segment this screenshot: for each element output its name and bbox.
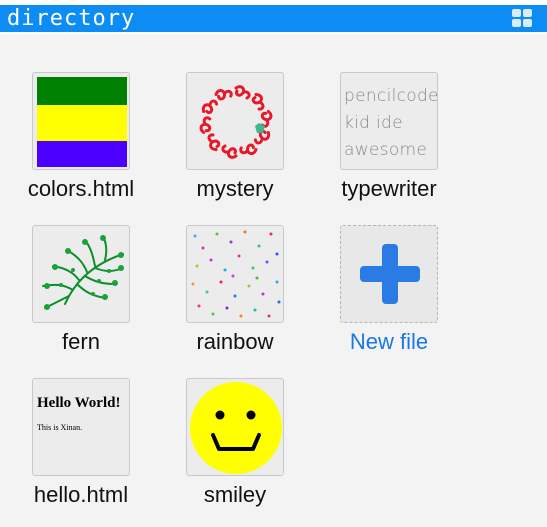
file-grid: colors.html mystery pencilcode kid ide a… — [0, 34, 547, 527]
typewriter-text-thumbnail: pencilcode kid ide awesome — [340, 72, 438, 170]
file-label: colors.html — [27, 176, 135, 201]
file-label: mystery — [196, 176, 274, 201]
file-item-smiley[interactable]: smiley — [154, 378, 304, 526]
titlebar: directory — [0, 0, 547, 34]
new-file-tile — [340, 225, 438, 323]
preview-body: This is Xinan. — [37, 423, 83, 432]
html-page-thumbnail: Hello World! This is Xinan. — [32, 378, 130, 476]
typewriter-line: awesome — [344, 140, 428, 160]
file-label: rainbow — [196, 329, 274, 354]
file-item-typewriter[interactable]: pencilcode kid ide awesome typewriter — [308, 72, 458, 220]
new-file-button[interactable]: New file — [308, 225, 458, 373]
rainbow-dots-drawing — [191, 230, 281, 318]
file-item-mystery[interactable]: mystery — [154, 72, 304, 220]
rainbow-dots-thumbnail — [186, 225, 284, 323]
titlebar-bar: directory — [0, 5, 547, 32]
fern-drawing — [42, 235, 124, 310]
file-item-hello[interactable]: Hello World! This is Xinan. hello.html — [0, 378, 150, 526]
swirl-pattern-drawing — [196, 84, 276, 160]
smiley-face-thumbnail — [186, 378, 284, 476]
file-label: hello.html — [33, 482, 129, 507]
file-item-colors[interactable]: colors.html — [0, 72, 150, 220]
grid-view-icon[interactable] — [512, 9, 534, 29]
new-file-label: New file — [349, 329, 429, 354]
typewriter-line: pencilcode — [344, 86, 438, 106]
file-item-rainbow[interactable]: rainbow — [154, 225, 304, 373]
color-stripes-thumbnail — [32, 72, 130, 170]
file-label: fern — [62, 329, 100, 354]
file-label: typewriter — [341, 176, 437, 201]
smiley-drawing — [190, 382, 282, 474]
preview-heading: Hello World! — [37, 395, 121, 411]
file-label: smiley — [203, 482, 267, 507]
swirl-pattern-thumbnail — [186, 72, 284, 170]
file-item-fern[interactable]: fern — [0, 225, 150, 373]
window-title: directory — [7, 6, 136, 31]
fern-thumbnail — [32, 225, 130, 323]
typewriter-line: kid ide — [344, 113, 403, 133]
